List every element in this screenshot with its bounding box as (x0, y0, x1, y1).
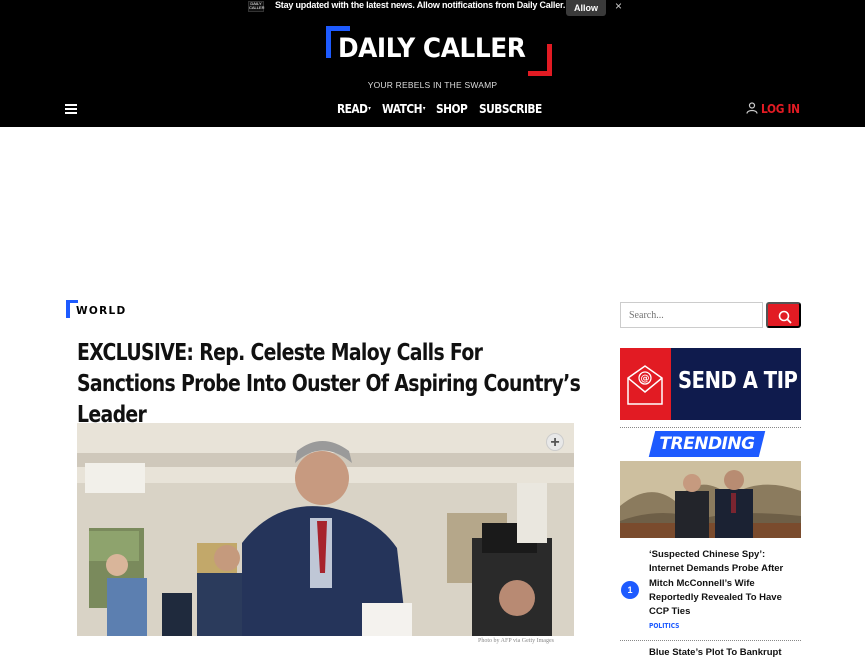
search-input[interactable] (620, 302, 763, 328)
article-photo (77, 423, 574, 636)
trending-rank-badge: 1 (621, 581, 639, 599)
tagline: YOUR REBELS IN THE SWAMP (367, 80, 498, 90)
nav-read[interactable]: READ▾ (337, 100, 371, 118)
allow-notifications-button[interactable]: Allow (566, 0, 606, 16)
site-logo[interactable]: DAILY CALLER (326, 26, 552, 76)
login-label: LOG IN (761, 101, 800, 116)
chevron-down-icon: ▾ (422, 105, 426, 112)
logo-bracket-right (528, 44, 552, 76)
logo-text: DAILY CALLER (338, 33, 526, 64)
chevron-down-icon: ▾ (368, 105, 371, 112)
nav-watch[interactable]: WATCH▾ (382, 100, 426, 118)
search-button[interactable] (766, 302, 801, 328)
user-icon (746, 102, 758, 114)
site-header: DAILY CALLER Stay updated with the lates… (0, 0, 865, 127)
trending-label: TRENDING (659, 434, 755, 454)
send-a-tip-banner[interactable]: @ SEND A TIP (620, 348, 801, 420)
email-icon: @ (627, 365, 663, 405)
trending-photo-illustration (620, 461, 801, 538)
trending-photo[interactable] (620, 461, 801, 538)
search-icon (778, 310, 792, 324)
main-nav: READ▾ WATCH▾ SHOP SUBSCRIBE (0, 100, 865, 120)
notification-bar: DAILY CALLER Stay updated with the lates… (0, 0, 865, 16)
nav-shop[interactable]: SHOP (436, 100, 468, 118)
article-photo-illustration (77, 423, 574, 636)
nav-watch-label: WATCH (382, 101, 423, 116)
notification-logo-text: DAILY CALLER (249, 1, 265, 10)
photo-credit: Photo by AFP via Getty Images (478, 638, 554, 644)
close-icon[interactable]: × (615, 0, 622, 12)
svg-text:@: @ (641, 374, 650, 384)
expand-photo-button[interactable]: + (546, 433, 564, 451)
notification-logo: DAILY CALLER (248, 1, 265, 12)
tip-label: SEND A TIP (678, 368, 798, 394)
divider (620, 427, 801, 428)
login-button[interactable]: LOG IN (746, 100, 806, 118)
section-label: WORLD (76, 305, 127, 317)
trending-item-category[interactable]: POLITICS (649, 622, 679, 630)
nav-subscribe[interactable]: SUBSCRIBE (479, 100, 542, 118)
section-bar-top (66, 300, 78, 303)
article-headline: EXCLUSIVE: Rep. Celeste Maloy Calls For … (77, 340, 581, 428)
trending-item-title[interactable]: Blue State’s Plot To Bankrupt (649, 647, 782, 658)
trending-item-title[interactable]: ‘Suspected Chinese Spy’: Internet Demand… (649, 548, 799, 619)
notification-message: Stay updated with the latest news. Allow… (275, 0, 566, 10)
ad-space (0, 127, 865, 292)
divider (620, 640, 801, 641)
tip-icon-panel: @ (620, 348, 671, 420)
nav-read-label: READ (337, 101, 368, 116)
